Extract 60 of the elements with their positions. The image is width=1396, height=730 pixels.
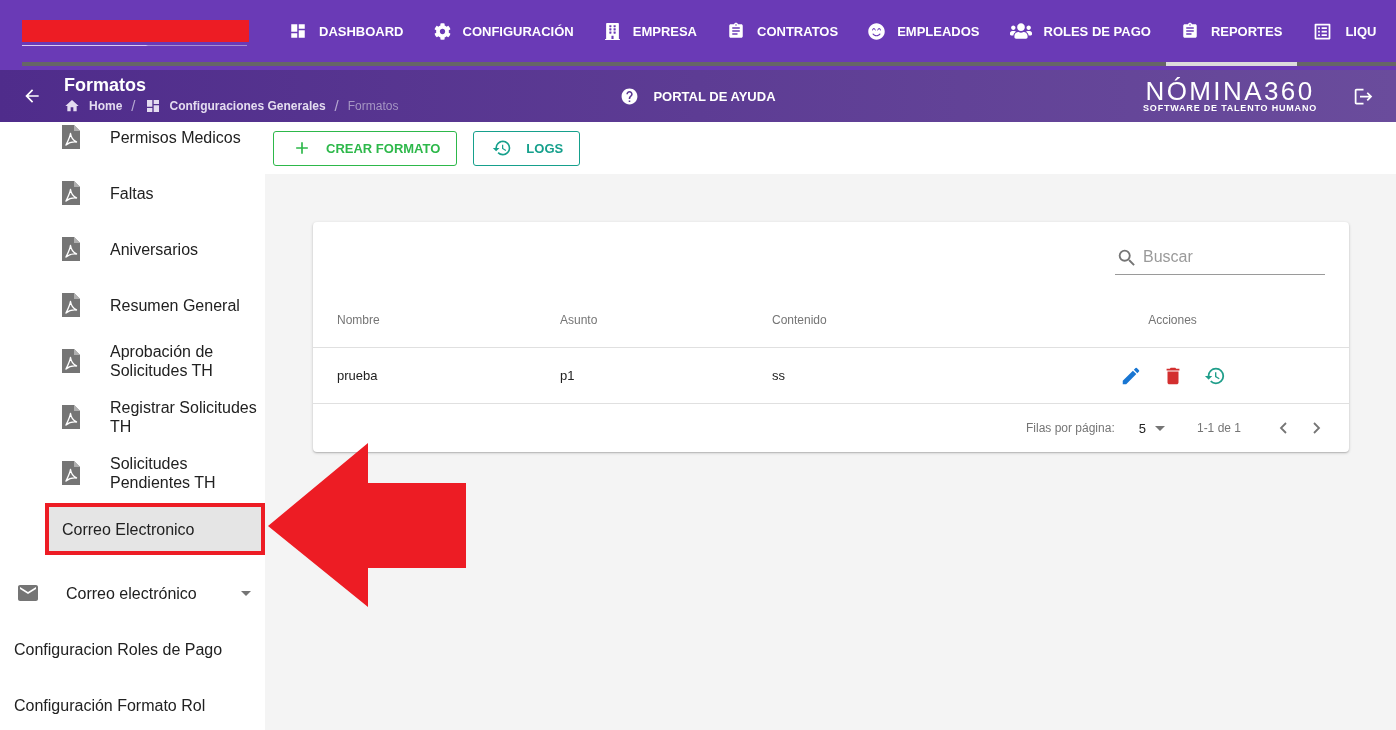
dashboard-icon: [144, 98, 161, 114]
brand-name: NÓMINA360: [1145, 79, 1315, 103]
sidebar-item[interactable]: Configuracion Roles de Pago: [0, 621, 265, 677]
chevron-right-icon: [1313, 422, 1321, 434]
sidebar-item[interactable]: Permisos Medicos: [0, 122, 265, 165]
table-cell-text: ss: [771, 368, 785, 383]
pdf-file-icon: [62, 237, 80, 261]
sidebar-item[interactable]: Resumen General: [0, 277, 265, 333]
nav-tab[interactable]: EMPLEADOS: [853, 0, 995, 66]
help-link[interactable]: PORTAL DE AYUDA: [620, 86, 776, 106]
sidebar-item[interactable]: Faltas: [0, 165, 265, 221]
home-icon: [64, 98, 80, 114]
nav-tab[interactable]: ROLES DE PAGO: [994, 0, 1166, 66]
sidebar-item[interactable]: Aniversarios: [0, 221, 265, 277]
column-header: Asunto: [559, 312, 598, 327]
nav-tab[interactable]: EMPRESA: [588, 0, 712, 66]
history-icon: [492, 138, 513, 158]
breadcrumb-separator: /: [131, 98, 136, 114]
column-header: Nombre: [336, 312, 380, 327]
breadcrumb-separator: /: [334, 98, 339, 114]
column-header: Contenido: [771, 312, 827, 327]
page-range: 1-1 de 1: [1196, 421, 1241, 435]
pdf-file-icon: [62, 125, 80, 149]
search-icon: [1116, 247, 1138, 269]
nav-tab[interactable]: DASHBOARD: [274, 0, 419, 66]
pdf-file-icon: [62, 461, 80, 485]
page-title: Formatos: [64, 75, 147, 95]
nav-tab[interactable]: REPORTES: [1165, 0, 1298, 66]
sidebar-item[interactable]: Registrar Solicitudes TH: [0, 389, 265, 445]
rows-per-page-label: Filas por página:: [1026, 421, 1115, 435]
breadcrumb-link[interactable]: Home: [64, 98, 123, 114]
table-cell-text: prueba: [336, 368, 378, 383]
pdf-file-icon: [62, 405, 80, 429]
nav-tab[interactable]: CONTRATOS: [712, 0, 854, 66]
clipboard-icon: [1180, 22, 1199, 40]
help-icon: [620, 86, 640, 106]
sidebar-item[interactable]: Aprobación de Solicitudes TH: [0, 333, 265, 389]
caret-icon: [1154, 425, 1165, 431]
sidebar-item[interactable]: Configuración Formato Rol: [0, 677, 265, 730]
breadcrumb-link[interactable]: Configuraciones Generales: [144, 98, 326, 114]
nav-tab[interactable]: CONFIGURACIÓN: [418, 0, 589, 66]
nav-tab[interactable]: LIQU: [1297, 0, 1392, 66]
sidebar-group[interactable]: Correo electrónico: [0, 565, 265, 621]
table-cell-text: p1: [559, 368, 575, 383]
sidebar-item[interactable]: Correo Electronico: [45, 503, 265, 555]
chevron-left-icon: [1279, 422, 1287, 434]
pdf-file-icon: [62, 181, 80, 205]
people-icon: [1009, 20, 1032, 42]
clipboard-icon: [727, 22, 745, 40]
dashboard-icon: [289, 22, 307, 40]
face-icon: [868, 22, 886, 40]
pdf-file-icon: [62, 293, 80, 317]
current-page-label: Formatos: [347, 98, 399, 114]
sidebar-item[interactable]: Solicitudes Pendientes TH: [0, 445, 265, 501]
building-icon: [603, 22, 621, 40]
settings-icon: [433, 22, 451, 40]
brand-tagline: SOFTWARE DE TALENTO HUMANO: [1143, 103, 1317, 113]
column-header: Acciones: [1148, 312, 1197, 327]
rows-per-page-select[interactable]: 5: [1138, 420, 1165, 436]
pdf-file-icon: [62, 349, 80, 373]
